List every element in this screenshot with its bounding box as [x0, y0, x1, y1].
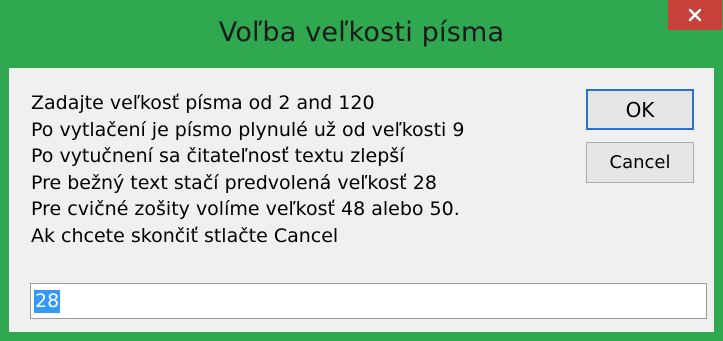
- message-line: Pre bežný text stačí predvolená veľkosť …: [31, 171, 437, 194]
- close-button[interactable]: [668, 0, 722, 30]
- message-line: Po vytučnení sa čitateľnosť textu zlepší: [31, 145, 405, 167]
- cancel-button[interactable]: Cancel: [586, 142, 694, 183]
- dialog-window: Voľba veľkosti písma Zadajte veľkosť pís…: [0, 0, 723, 341]
- message-line: Zadajte veľkosť písma od 2 and 120: [31, 92, 375, 114]
- ok-button[interactable]: OK: [586, 89, 694, 130]
- font-size-input[interactable]: 28: [30, 283, 707, 319]
- message-text: Zadajte veľkosť písma od 2 and 120 Po vy…: [31, 90, 571, 249]
- dialog-body: Zadajte veľkosť písma od 2 and 120 Po vy…: [9, 68, 714, 332]
- message-line: Pre cvičné zošity volíme veľkosť 48 aleb…: [31, 198, 460, 220]
- close-icon: [688, 8, 702, 22]
- title-bar[interactable]: Voľba veľkosti písma: [0, 0, 723, 68]
- window-title: Voľba veľkosti písma: [218, 17, 505, 48]
- message-line: Ak chcete skončiť stlačte Cancel: [31, 224, 339, 247]
- font-size-value: 28: [34, 289, 61, 313]
- message-line: Po vytlačení je písmo plynulé už od veľk…: [31, 118, 465, 141]
